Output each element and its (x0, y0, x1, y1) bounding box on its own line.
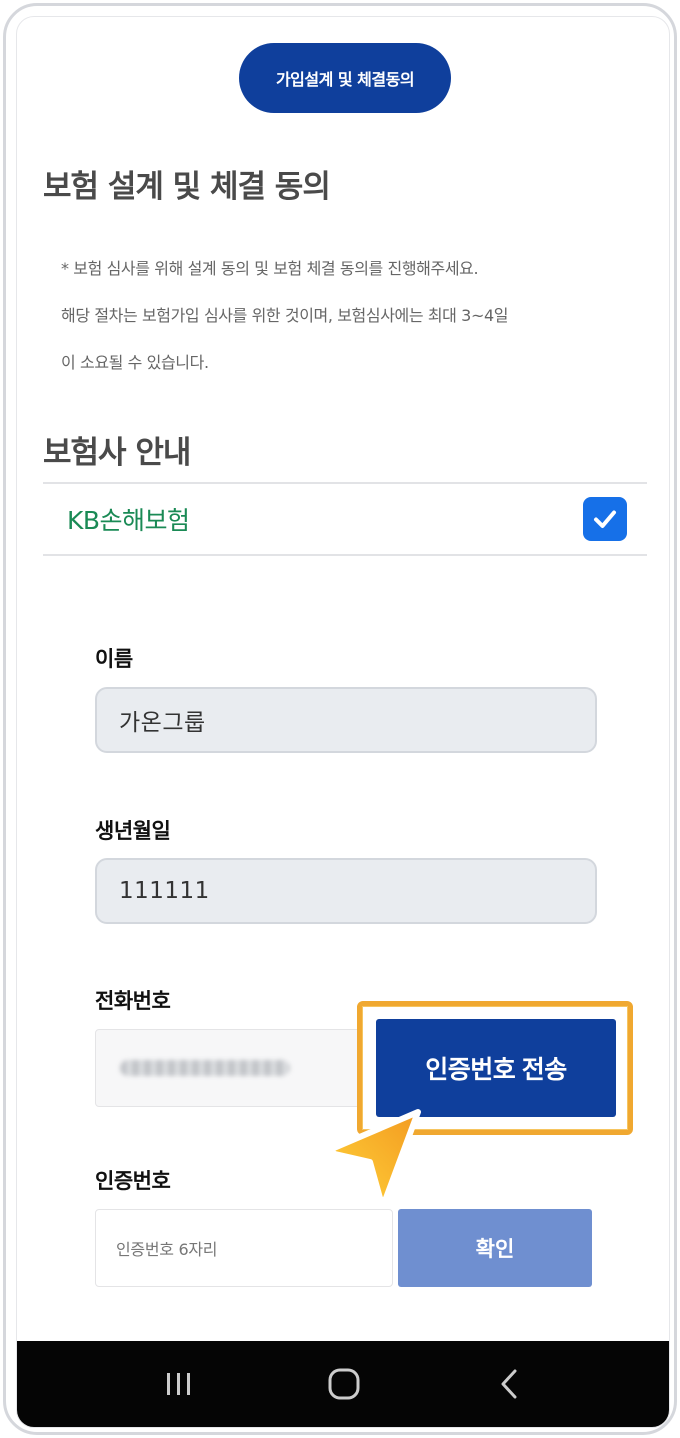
code-field[interactable]: 인증번호 6자리 (95, 1209, 393, 1287)
code-label: 인증번호 (95, 1169, 171, 1193)
phone-label: 전화번호 (95, 989, 171, 1013)
insurer-name: KB손해보험 (67, 506, 190, 535)
phone-frame: 가입설계 및 체결동의 보험 설계 및 체결 동의 * 보험 심사를 위해 설계… (3, 3, 677, 1435)
birth-label: 생년월일 (95, 819, 171, 843)
notice-line-3: 이 소요될 수 있습니다. (61, 353, 209, 372)
notice-line-2: 해당 절차는 보험가입 심사를 위한 것이며, 보험심사에는 최대 3~4일 (61, 306, 509, 325)
insurer-section-title: 보험사 안내 (43, 435, 191, 471)
system-nav-bar (17, 1341, 669, 1427)
check-icon (594, 510, 616, 528)
name-value: 가온그룹 (119, 710, 206, 736)
phone-field[interactable] (95, 1029, 363, 1107)
birth-value: 111111 (119, 878, 210, 904)
back-icon[interactable] (489, 1364, 529, 1404)
page-title: 보험 설계 및 체결 동의 (43, 169, 331, 205)
confirm-button-label: 확인 (475, 1237, 515, 1261)
phone-value-blurred (120, 1060, 290, 1076)
insurer-row[interactable]: KB손해보험 (43, 482, 647, 556)
step-pill: 가입설계 및 체결동의 (239, 43, 451, 113)
code-placeholder: 인증번호 6자리 (116, 1240, 218, 1259)
name-field[interactable]: 가온그룹 (95, 687, 597, 753)
recent-apps-icon[interactable] (159, 1364, 199, 1404)
step-pill-label: 가입설계 및 체결동의 (275, 70, 415, 89)
name-label: 이름 (95, 647, 133, 671)
birth-field[interactable]: 111111 (95, 858, 597, 924)
cursor-pointer-icon (329, 1109, 421, 1204)
notice-text: * 보험 심사를 위해 설계 동의 및 보험 체결 동의를 진행해주세요. 해당… (61, 245, 641, 386)
insurer-checkbox[interactable] (583, 497, 627, 541)
notice-line-1: * 보험 심사를 위해 설계 동의 및 보험 체결 동의를 진행해주세요. (61, 259, 479, 278)
home-icon[interactable] (324, 1364, 364, 1404)
app-screen: 가입설계 및 체결동의 보험 설계 및 체결 동의 * 보험 심사를 위해 설계… (16, 16, 670, 1428)
confirm-button[interactable]: 확인 (398, 1209, 592, 1287)
